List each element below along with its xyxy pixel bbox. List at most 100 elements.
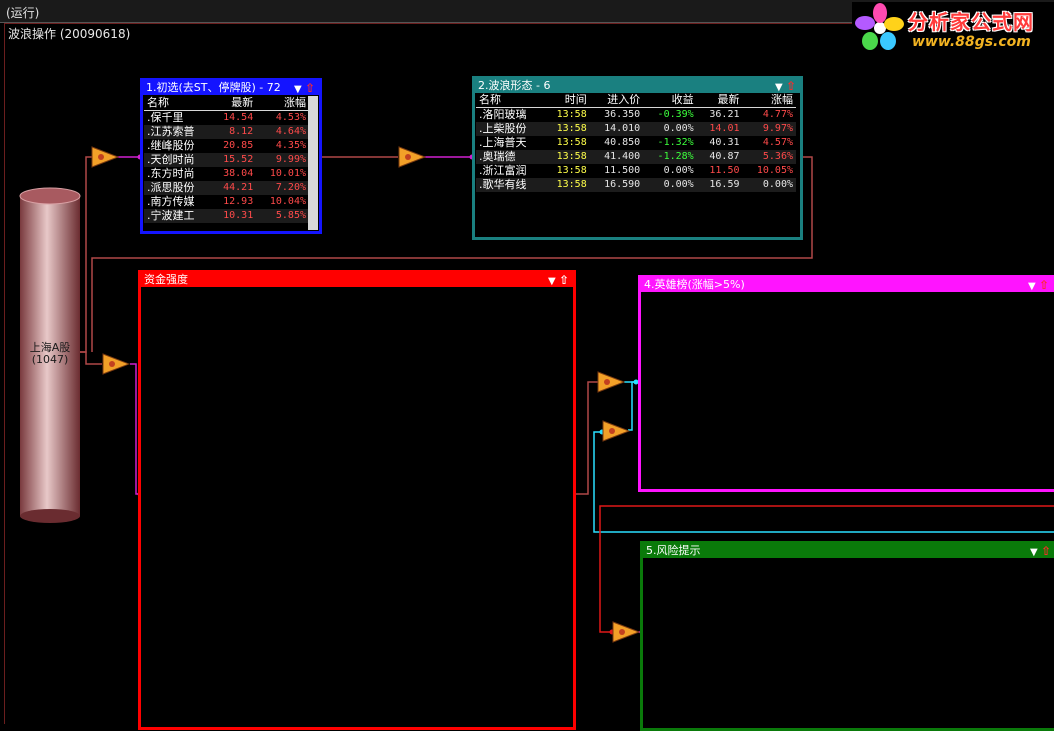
entry-time: 13:58 [556, 165, 587, 176]
change-pct: 5.85% [256, 209, 309, 223]
gain-pct: -1.28% [643, 150, 697, 164]
table-row[interactable]: .洛阳玻璃 13:58 36.350 -0.39% 36.21 4.77% [476, 108, 796, 123]
results-table: 名称 最新 涨幅 .保千里 14.54 4.53% .江苏索普 8.12 4.64% .继峰股份… [144, 96, 309, 223]
table-row[interactable]: .上柴股份 13:58 14.010 0.00% 14.01 9.97% [476, 122, 796, 136]
stock-name: .保千里 [147, 111, 184, 124]
entry-price: 11.500 [604, 165, 641, 176]
trigger-node-icon[interactable] [612, 621, 640, 643]
gain-pct: -0.39% [657, 109, 694, 120]
entry-price: 14.010 [589, 122, 644, 136]
entry-time: 13:58 [543, 150, 590, 164]
table-row[interactable]: .浙江富润 13:58 11.500 0.00% 11.50 10.05% [476, 164, 796, 178]
panel-header[interactable]: 资金强度 ▼ ⇧ [141, 273, 573, 287]
panel-risk-warning[interactable]: 5.风险提示 ▼ ⇧ [640, 541, 1054, 731]
table-row[interactable]: .继峰股份 20.85 4.35% [144, 139, 309, 153]
panel-hero-list[interactable]: 4.英雄榜(涨幅>5%) ▼ ⇧ [638, 275, 1054, 492]
column-header: 收益 [643, 93, 697, 108]
stock-name: .派思股份 [144, 181, 211, 195]
change-pct: 10.04% [269, 196, 306, 207]
trigger-node-icon[interactable] [597, 371, 625, 393]
last-price: 14.54 [223, 112, 254, 123]
table-row[interactable]: .东方时尚 38.04 10.01% [144, 167, 309, 181]
change-pct: 10.01% [269, 168, 306, 179]
panel-header[interactable]: 5.风险提示 ▼ ⇧ [643, 544, 1054, 558]
collapse-icon[interactable]: ▼ [775, 82, 783, 93]
table-row[interactable]: .派思股份 44.21 7.20% [144, 181, 309, 195]
collapse-icon[interactable]: ▼ [294, 84, 302, 95]
change-pct: 9.97% [742, 122, 796, 136]
table-row[interactable]: .宁波建工 10.31 5.85% [144, 209, 309, 223]
column-header: 名称 [476, 93, 544, 108]
change-pct: 4.64% [256, 125, 309, 139]
last-price: 11.50 [709, 165, 740, 176]
column-header: 最新 [696, 93, 743, 108]
arrow-up-icon[interactable]: ⇧ [1041, 544, 1051, 558]
trigger-node-icon[interactable] [91, 146, 119, 168]
gain-pct: 0.00% [643, 122, 697, 136]
last-price: 36.21 [709, 109, 740, 120]
gain-pct: -1.32% [657, 137, 694, 148]
column-header: 进入价 [589, 93, 644, 108]
stock-name: .洛阳玻璃 [479, 108, 527, 121]
stock-name: .东方时尚 [147, 167, 195, 180]
entry-time: 13:58 [543, 178, 590, 192]
arrow-up-icon[interactable]: ⇧ [305, 81, 315, 95]
panel-header[interactable]: 1.初选(去ST、停牌股) - 72 ▼ ⇧ [143, 81, 319, 95]
results-table: 名称 时间 进入价 收益 最新 涨幅 .洛阳玻璃 13:58 36.350 -0.39% 36.2… [476, 93, 796, 192]
arrow-up-icon[interactable]: ⇧ [786, 79, 796, 93]
trigger-node-icon[interactable] [602, 420, 630, 442]
table-row[interactable]: .江苏索普 8.12 4.64% [144, 125, 309, 139]
stock-name: .上柴股份 [476, 122, 544, 136]
stock-name: .浙江富润 [479, 164, 527, 177]
scrollbar[interactable] [308, 96, 318, 230]
trigger-node-icon[interactable] [102, 353, 130, 375]
stock-name: .奥瑞德 [476, 150, 544, 164]
change-pct: 5.36% [742, 150, 796, 164]
table-row[interactable]: .奥瑞德 13:58 41.400 -1.28% 40.87 5.36% [476, 150, 796, 164]
last-price: 8.12 [211, 125, 257, 139]
panel-initial-filter[interactable]: 1.初选(去ST、停牌股) - 72 ▼ ⇧ 名称 最新 涨幅 .保千里 14.54 4… [140, 78, 322, 234]
table-row[interactable]: .保千里 14.54 4.53% [144, 111, 309, 126]
last-price: 12.93 [223, 196, 254, 207]
last-price: 40.87 [696, 150, 743, 164]
collapse-icon[interactable]: ▼ [548, 276, 556, 287]
source-label[interactable]: 上海A股 (1047) [26, 342, 74, 366]
panel-header[interactable]: 4.英雄榜(涨幅>5%) ▼ ⇧ [641, 278, 1054, 292]
arrow-up-icon[interactable]: ⇧ [1039, 278, 1049, 292]
collapse-icon[interactable]: ▼ [1028, 281, 1036, 292]
stock-name: .上海普天 [479, 136, 527, 149]
last-price: 10.31 [211, 209, 257, 223]
column-header: 涨幅 [742, 93, 796, 108]
table-row[interactable]: .歌华有线 13:58 16.590 0.00% 16.59 0.00% [476, 178, 796, 192]
table-row[interactable]: .南方传媒 12.93 10.04% [144, 195, 309, 209]
last-price: 16.59 [696, 178, 743, 192]
change-pct: 4.57% [762, 137, 793, 148]
change-pct: 0.00% [742, 178, 796, 192]
entry-price: 16.590 [589, 178, 644, 192]
last-price: 15.52 [211, 153, 257, 167]
panel-header[interactable]: 2.波浪形态 - 6 ▼ ⇧ [475, 79, 800, 93]
entry-time: 13:58 [556, 109, 587, 120]
change-pct: 9.99% [256, 153, 309, 167]
panel-capital-strength[interactable]: 资金强度 ▼ ⇧ [138, 270, 576, 730]
gain-pct: 0.00% [643, 178, 697, 192]
stock-name: .江苏索普 [144, 125, 211, 139]
stock-name: .继峰股份 [147, 139, 195, 152]
arrow-up-icon[interactable]: ⇧ [559, 273, 569, 287]
collapse-icon[interactable]: ▼ [1030, 547, 1038, 558]
last-price: 40.31 [709, 137, 740, 148]
change-pct: 4.77% [762, 109, 793, 120]
entry-time: 13:58 [543, 122, 590, 136]
panel-wave-pattern[interactable]: 2.波浪形态 - 6 ▼ ⇧ 名称 时间 进入价 收益 最新 涨幅 .洛阳玻璃 13:58 3… [472, 76, 803, 240]
last-price: 14.01 [696, 122, 743, 136]
stock-name: .歌华有线 [476, 178, 544, 192]
column-header: 最新 [211, 96, 257, 111]
table-row[interactable]: .上海普天 13:58 40.850 -1.32% 40.31 4.57% [476, 136, 796, 150]
change-pct: 7.20% [256, 181, 309, 195]
entry-price: 41.400 [589, 150, 644, 164]
entry-price: 40.850 [604, 137, 641, 148]
trigger-node-icon[interactable] [398, 146, 426, 168]
last-price: 20.85 [223, 140, 254, 151]
table-row[interactable]: .天创时尚 15.52 9.99% [144, 153, 309, 167]
gain-pct: 0.00% [663, 165, 694, 176]
